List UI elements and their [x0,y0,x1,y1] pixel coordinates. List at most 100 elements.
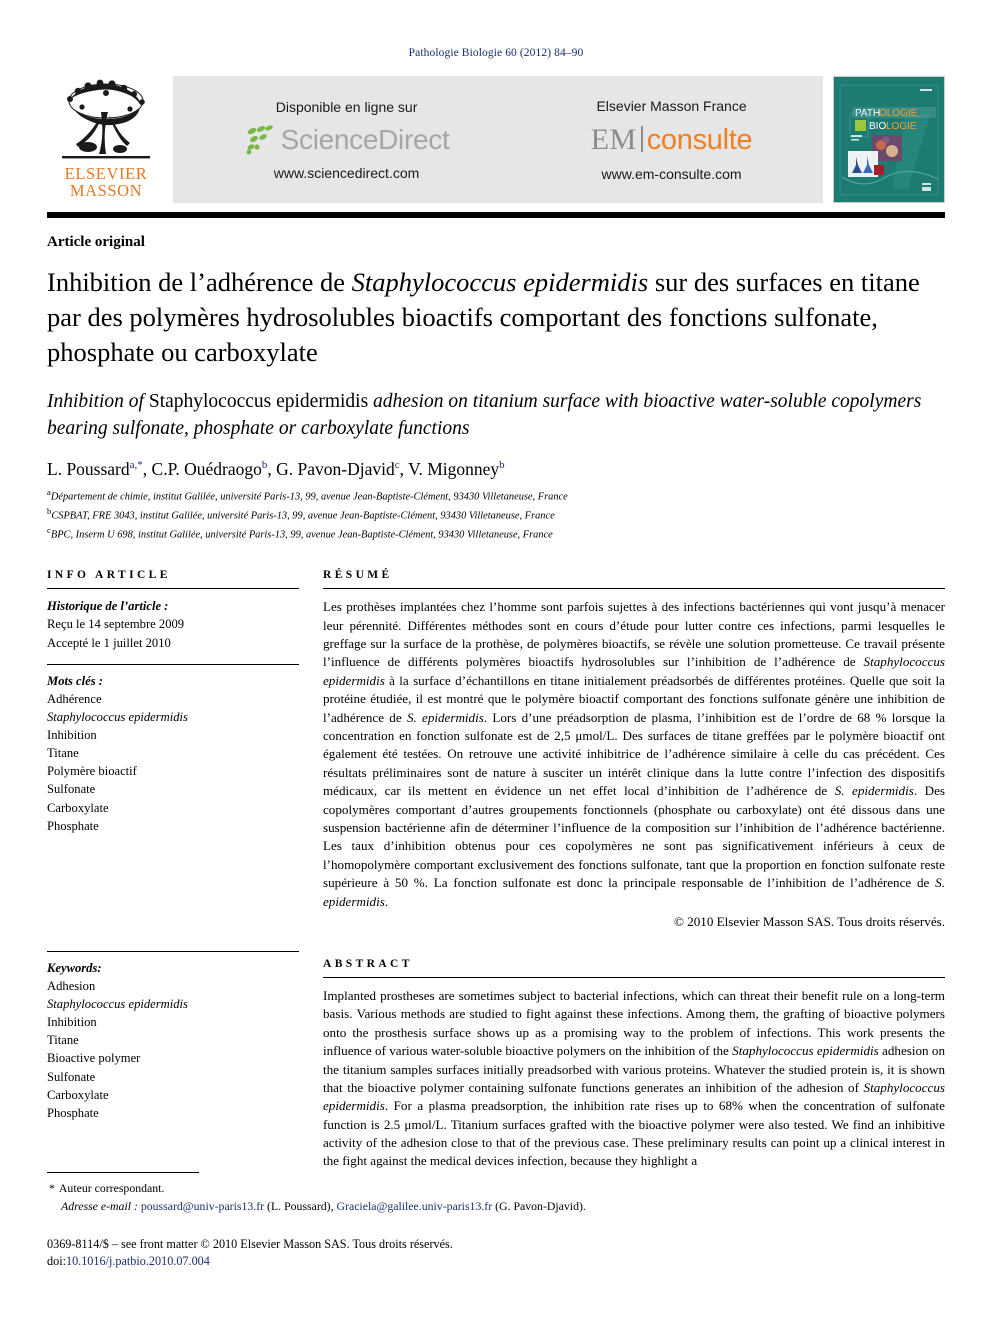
keywords-fr-block: Mots clés : Adhérence Staphylococcus epi… [47,665,299,835]
elsevier-wordmark: ELSEVIER MASSON [65,165,148,199]
journal-cover-thumbnail[interactable]: PATH OLOGIE BIO LOGIE [833,76,945,203]
sciencedirect-wordmark: ScienceDirect [280,123,450,155]
info-abstract-columns: INFO ARTICLE Historique de l’article : R… [47,569,945,1171]
keyword-item: Inhibition [47,1015,97,1030]
abstract-heading: ABSTRACT [323,957,413,970]
author-list: L. Poussarda,*, C.P. Ouédraogob, G. Pavo… [47,459,945,480]
keyword-item: Bioactive polymer [47,1051,141,1066]
elsevier-masson-logo: ELSEVIER MASSON [47,76,165,203]
resume-species-3: S. epidermidis [834,783,914,799]
keyword-item: Sulfonate [47,782,96,797]
title-en-part1: Inhibition of [47,390,149,412]
history-accepted: Accepté le 1 juillet 2010 [47,635,171,650]
abstract-spacer [323,930,945,958]
resume-text-1: Les prothèses implantées chez l’homme so… [323,599,945,670]
elsevier-word-line2: MASSON [69,180,143,200]
author-item[interactable]: V. Migonneyb [408,459,505,479]
sciencedirect-block: Disponible en ligne sur ScienceDirect ww… [244,99,450,181]
abstract-text-3: . For a plasma preadsorption, the inhibi… [323,1098,945,1169]
keyword-item: Staphylococcus epidermidis [47,709,188,724]
info-article-heading: INFO ARTICLE [47,569,171,582]
svg-text:BIO: BIO [869,121,886,132]
em-wordmark: EM [590,122,637,156]
header-divider-rule [47,212,945,218]
author-name: G. Pavon-Djavid [276,459,395,480]
keyword-item: Polymère bioactif [47,764,137,779]
author-separator: , [142,459,152,480]
consulte-wordmark: consulte [646,123,753,156]
article-history-block: Historique de l’article : Reçu le 14 sep… [47,589,299,651]
keyword-item: Titane [47,1033,79,1048]
svg-text:OLOGIE: OLOGIE [879,108,918,119]
affiliation-text: CSPBAT, FRE 3043, institut Galilée, univ… [51,510,555,522]
corresponding-author-label: Auteur correspondant. [58,1181,165,1196]
corresponding-author-note: * Auteur correspondant. Adresse e-mail : … [47,1180,945,1215]
emconsulte-block: Elsevier Masson France EM consulte www.e… [591,98,753,182]
page-title-english: Inhibition of Staphylococcus epidermidis… [47,388,945,443]
author-item[interactable]: L. Poussarda,* [47,459,143,479]
keyword-item: Staphylococcus epidermidis [47,997,188,1012]
available-online-label: Disponible en ligne sur [275,98,418,115]
email-owner-2: (G. Pavon-Djavid). [495,1198,586,1213]
keyword-item: Adhesion [47,978,96,993]
svg-text:LOGIE: LOGIE [886,121,917,132]
resume-heading: RÉSUMÉ [323,569,393,582]
elsevier-word-line1: ELSEVIER [64,163,148,183]
abstract-body: Implanted prostheses are sometimes subje… [323,978,945,1171]
asterisk-icon: * [49,1181,55,1196]
footnote-rule [47,1172,199,1174]
column-spacer [47,835,299,951]
info-article-column: INFO ARTICLE Historique de l’article : R… [47,569,299,1171]
affiliation-item: bCSPBAT, FRE 3043, institut Galilée, uni… [47,505,945,524]
resume-text-4: . Des copolymères comportant d’autres gr… [323,783,945,891]
keywords-fr-label: Mots clés : [47,673,103,688]
email-link-2[interactable]: Graciela@galilee.univ-paris13.fr [337,1199,493,1213]
corresponding-author-line: * Auteur correspondant. [49,1180,945,1198]
svg-text:PATH: PATH [855,108,880,119]
abstract-column: RÉSUMÉ Les prothèses implantées chez l’h… [323,569,945,1171]
issn-line: 0369-8114/$ – see front matter © 2010 El… [47,1236,453,1251]
resume-copyright: © 2010 Elsevier Masson SAS. Tous droits … [673,913,945,929]
em-divider-bar [640,125,643,152]
doi-link[interactable]: 10.1016/j.patbio.2010.07.004 [66,1254,210,1268]
running-head: Pathologie Biologie 60 (2012) 84–90 [408,47,584,59]
affiliation-item: cBPC, Inserm U 698, institut Galilée, un… [47,524,945,543]
keywords-en-label: Keywords: [47,960,102,975]
resume-body: Les prothèses implantées chez l’homme so… [323,589,945,911]
author-separator: , [267,459,277,480]
sciencedirect-logo[interactable]: ScienceDirect [244,124,450,156]
email-link-1[interactable]: poussard@univ-paris13.fr [141,1199,264,1213]
title-fr-species: Staphylococcus epidermidis [351,267,649,297]
email-line: Adresse e-mail : poussard@univ-paris13.f… [61,1198,945,1216]
affiliation-text: BPC, Inserm U 698, institut Galilée, uni… [50,529,553,541]
doi-line: doi:10.1016/j.patbio.2010.07.004 [47,1253,945,1271]
issn-doi-block: 0369-8114/$ – see front matter © 2010 El… [47,1236,945,1271]
author-affil-mark: a,* [129,459,143,472]
keyword-item: Carboxylate [47,1087,109,1102]
emconsulte-logo[interactable]: EM consulte [591,123,753,157]
history-received: Reçu le 14 septembre 2009 [47,617,185,632]
journal-first-page: Pathologie Biologie 60 (2012) 84–90 ELSE… [0,0,992,1323]
email-owner-1: (L. Poussard), [267,1198,334,1213]
keyword-item: Phosphate [47,818,99,833]
title-en-species: Staphylococcus epidermidis [148,390,369,412]
keyword-item: Inhibition [47,728,97,743]
resume-text-5: . [384,893,389,909]
email-label: Adresse e-mail : [61,1198,138,1213]
doi-label: doi: [47,1254,66,1269]
abstract-species-1: Staphylococcus epidermidis [732,1043,879,1059]
page-title-french: Inhibition de l’adhérence de Staphylococ… [47,265,945,371]
elsevier-tree-icon [54,79,158,165]
keyword-item: Adhérence [47,691,102,706]
online-availability-band: Disponible en ligne sur ScienceDirect ww… [173,76,823,203]
author-item[interactable]: G. Pavon-Djavidc [276,459,400,479]
article-type-label: Article original [47,234,145,250]
author-item[interactable]: C.P. Ouédraogob [152,459,268,479]
sciencedirect-url[interactable]: www.sciencedirect.com [244,165,450,181]
keyword-item: Sulfonate [47,1069,96,1084]
page-footer: * Auteur correspondant. Adresse e-mail : … [47,1172,945,1271]
emconsulte-url[interactable]: www.em-consulte.com [591,166,753,182]
affiliation-list: aDépartement de chimie, institut Galilée… [47,486,945,543]
history-label: Historique de l’article : [47,599,169,614]
keyword-item: Carboxylate [47,800,109,815]
